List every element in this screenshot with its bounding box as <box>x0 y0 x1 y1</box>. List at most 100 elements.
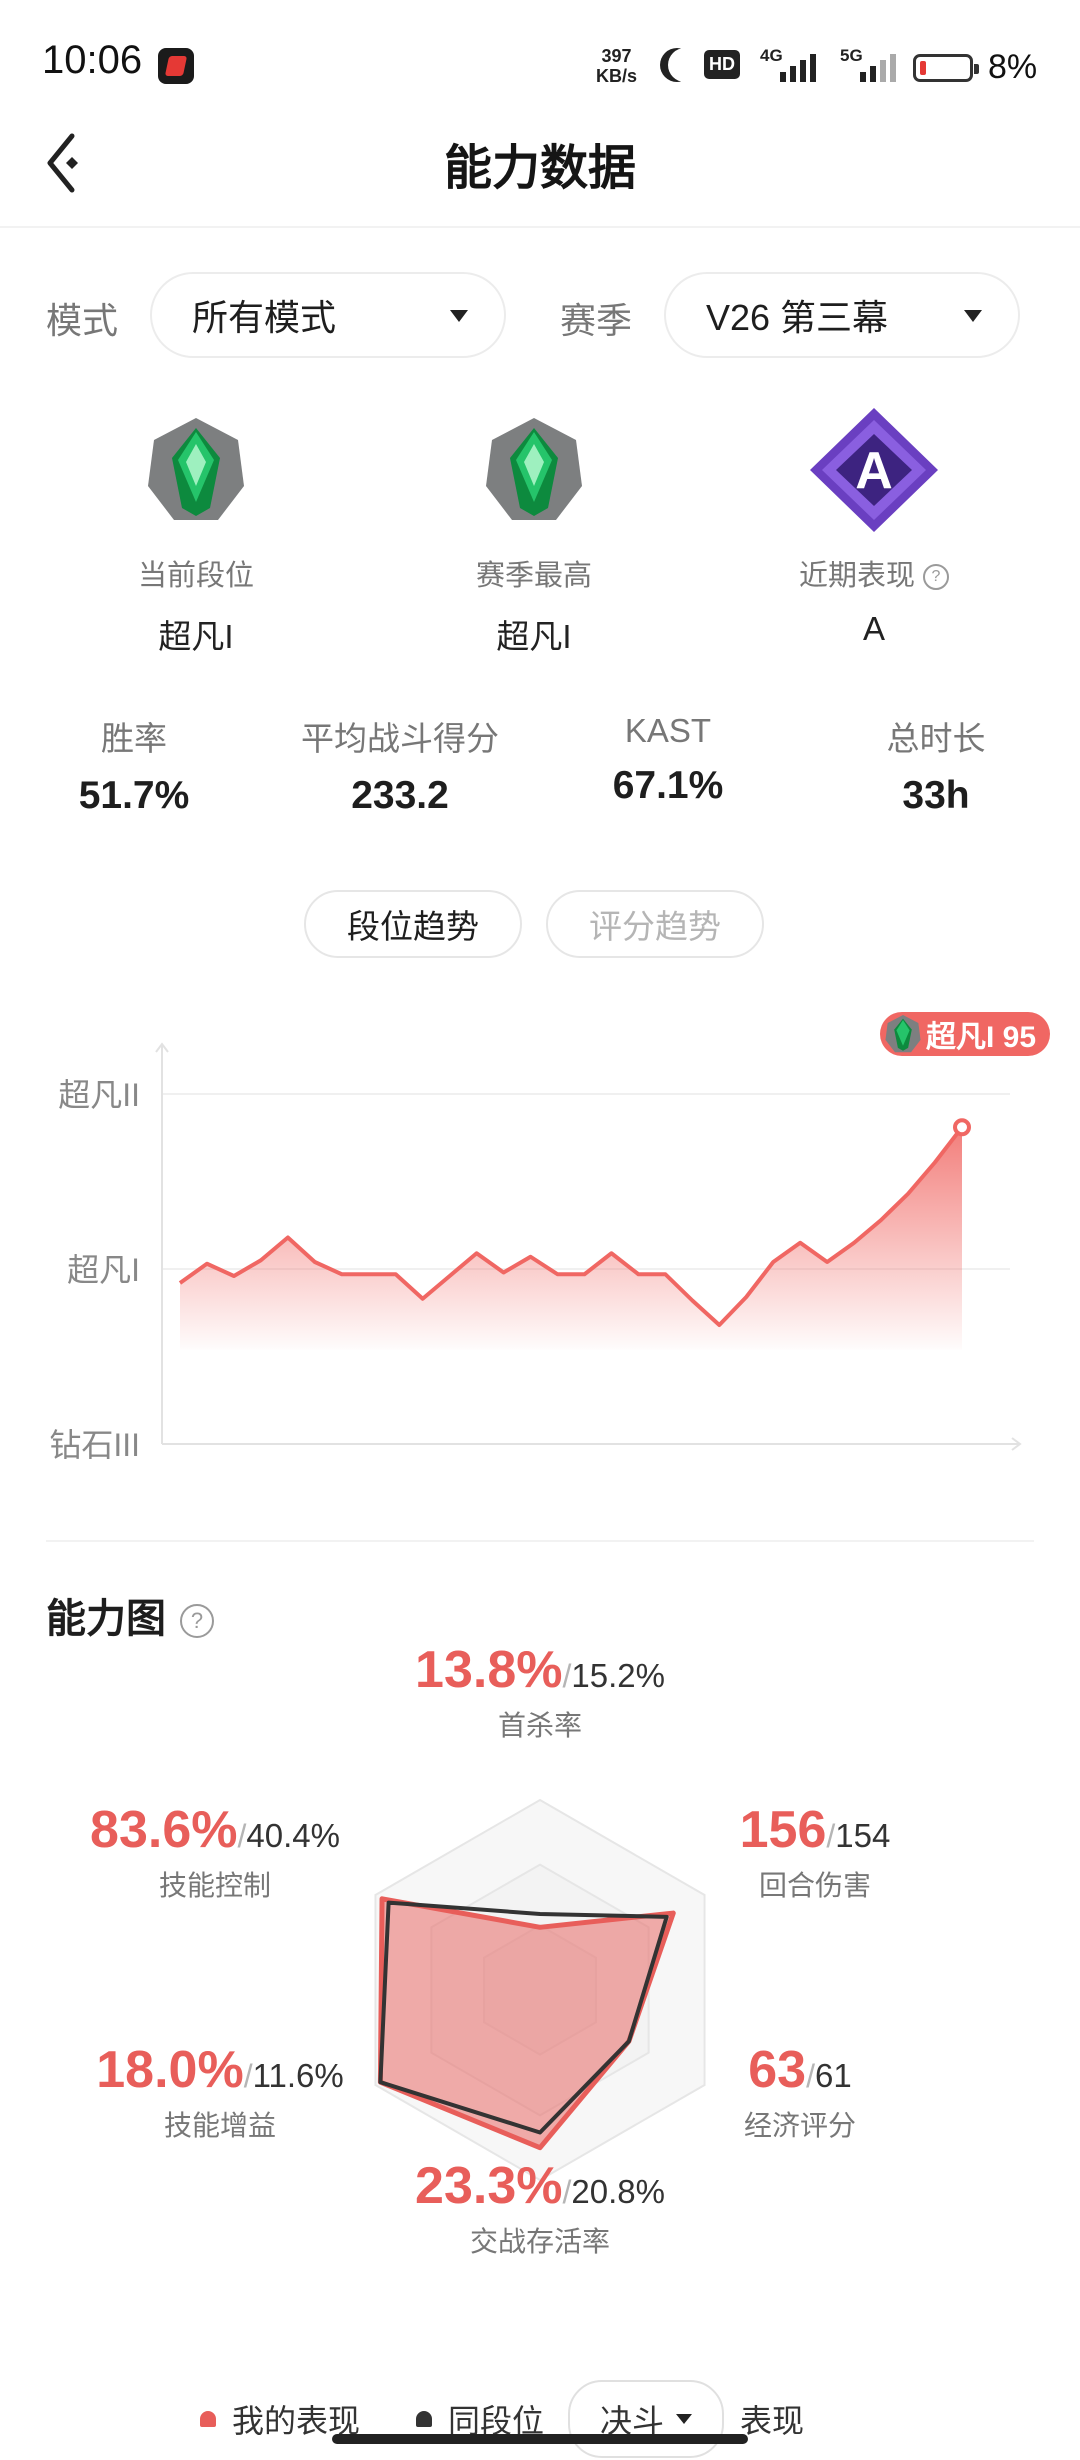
recent-performance-badge-icon: A <box>806 404 942 541</box>
stat-label: 平均战斗得分 <box>301 720 499 757</box>
season-select[interactable]: V26 第三幕 <box>664 272 1020 358</box>
trend-data-point <box>852 1241 856 1245</box>
stat-win-rate: 胜率 51.7% <box>4 712 264 818</box>
rank-label: 近期表现? <box>724 552 1024 594</box>
stat-label: 总时长 <box>886 720 986 757</box>
help-icon[interactable]: ? <box>180 1604 214 1639</box>
metric-label: 经济评分 <box>743 2110 856 2141</box>
current-rank-tag: 超凡I 95 <box>880 1012 1051 1056</box>
trend-data-point <box>636 1272 640 1276</box>
y-tick-label: 钻石III <box>49 1427 140 1463</box>
help-icon[interactable]: ? <box>923 564 949 591</box>
signal-4g-icon: 4G <box>760 46 816 82</box>
trend-data-point <box>448 1274 452 1278</box>
trend-data-point <box>178 1281 182 1285</box>
trend-data-point <box>744 1295 748 1299</box>
metric-label: 回合伤害 <box>758 1870 871 1901</box>
metric-economy: 63/61 经济评分 <box>700 2040 900 2144</box>
rank-recent: 近期表现? A <box>724 552 1024 648</box>
current-rank-icon <box>144 416 248 529</box>
y-tick-label: 超凡I <box>67 1252 140 1288</box>
trend-data-point <box>960 1125 964 1129</box>
metric-mine-value: 63 <box>748 2041 807 2099</box>
metric-mine-value: 83.6% <box>90 1801 238 1859</box>
ability-radar-chart <box>374 1798 706 2182</box>
home-indicator[interactable] <box>332 2434 748 2444</box>
stat-value: 233.2 <box>351 774 449 817</box>
metric-label: 交战存活率 <box>469 2226 610 2257</box>
app-notification-icon <box>158 48 194 84</box>
rank-current: 当前段位 超凡I <box>46 552 346 658</box>
trend-data-point <box>582 1272 586 1276</box>
trend-data-point <box>232 1274 236 1278</box>
hd-voice-badge: HD <box>704 50 740 79</box>
trend-data-point <box>394 1272 398 1276</box>
signal-5g-icon: 5G <box>840 46 896 82</box>
tab-score-trend[interactable]: 评分趋势 <box>546 890 764 958</box>
stat-value: 67.1% <box>612 764 724 807</box>
trend-data-point <box>690 1299 694 1303</box>
mode-select[interactable]: 所有模式 <box>150 272 506 358</box>
radar-legend: 我的表现 同段位 决斗 表现 <box>200 2380 900 2458</box>
metric-compare-value: 61 <box>815 2057 852 2094</box>
network-speed: 397 KB/s <box>596 46 637 86</box>
current-rank-tag-text: 超凡I 95 <box>926 1021 1037 1054</box>
trend-data-point <box>205 1262 209 1266</box>
metric-survival: 23.3%/20.8% 交战存活率 <box>340 2156 740 2260</box>
metric-compare-value: 154 <box>835 1817 891 1854</box>
trend-data-point <box>313 1260 317 1264</box>
recent-badge-letter: A <box>855 442 893 500</box>
tab-rank-trend[interactable]: 段位趋势 <box>304 890 522 958</box>
metric-skill-control: 83.6%/40.4% 技能控制 <box>70 1800 360 1904</box>
metric-compare-value: 15.2% <box>571 1657 665 1694</box>
rank-label: 赛季最高 <box>475 560 592 592</box>
status-time: 10:06 <box>42 38 143 82</box>
metric-mine-value: 13.8% <box>415 1641 563 1699</box>
season-label: 赛季 <box>560 300 633 341</box>
trend-data-point <box>933 1160 937 1164</box>
network-speed-value: 397 <box>601 46 632 66</box>
rank-value: A <box>862 610 885 647</box>
trend-data-point <box>556 1272 560 1276</box>
stat-value: 51.7% <box>78 774 190 817</box>
trend-data-point <box>367 1272 371 1276</box>
rank-season-best: 赛季最高 超凡I <box>384 552 684 658</box>
season-best-rank-icon <box>482 416 586 529</box>
stat-total-time: 总时长 33h <box>806 712 1066 818</box>
trend-area <box>180 1127 962 1350</box>
metric-skill-buff: 18.0%/11.6% 技能增益 <box>80 2040 360 2144</box>
metric-compare-value: 20.8% <box>571 2173 665 2210</box>
metric-label: 首杀率 <box>497 1710 582 1741</box>
metric-compare-value: 40.4% <box>246 1817 340 1854</box>
page-title: 能力数据 <box>443 142 636 195</box>
chevron-down-icon <box>676 2414 693 2424</box>
peer-legend-icon <box>416 2411 433 2427</box>
mode-select-value: 所有模式 <box>192 297 337 338</box>
trend-data-point <box>421 1297 425 1301</box>
trend-data-point <box>259 1258 263 1262</box>
season-select-value: V26 第三幕 <box>706 297 889 338</box>
trend-data-point <box>717 1323 721 1327</box>
ability-title: 能力图? <box>46 1586 214 1644</box>
mode-label: 模式 <box>46 300 119 341</box>
chevron-down-icon <box>964 310 982 322</box>
metric-first-kill: 13.8%/15.2% 首杀率 <box>340 1640 740 1744</box>
battery-level: 8% <box>988 48 1038 86</box>
trend-data-point <box>798 1241 802 1245</box>
stat-avg-combat-score: 平均战斗得分 233.2 <box>270 712 530 818</box>
stat-value: 33h <box>902 774 970 817</box>
do-not-disturb-icon <box>668 48 702 82</box>
metric-mine-value: 23.3% <box>415 2157 563 2215</box>
role-select[interactable]: 决斗 <box>568 2380 725 2458</box>
trend-data-point <box>825 1260 829 1264</box>
rank-trend-chart: 钻石III 超凡I 超凡II <box>49 1042 1022 1463</box>
y-tick-label: 超凡II <box>58 1077 140 1113</box>
trend-data-point <box>663 1272 667 1276</box>
stat-kast: KAST 67.1% <box>538 712 798 808</box>
mine-legend-icon <box>200 2411 216 2427</box>
trend-data-point <box>286 1236 290 1240</box>
metric-round-damage: 156/154 回合伤害 <box>700 1800 930 1904</box>
rank-gem-icon <box>885 1015 921 1053</box>
trend-data-point <box>771 1260 775 1264</box>
metric-label: 技能增益 <box>163 2110 276 2141</box>
